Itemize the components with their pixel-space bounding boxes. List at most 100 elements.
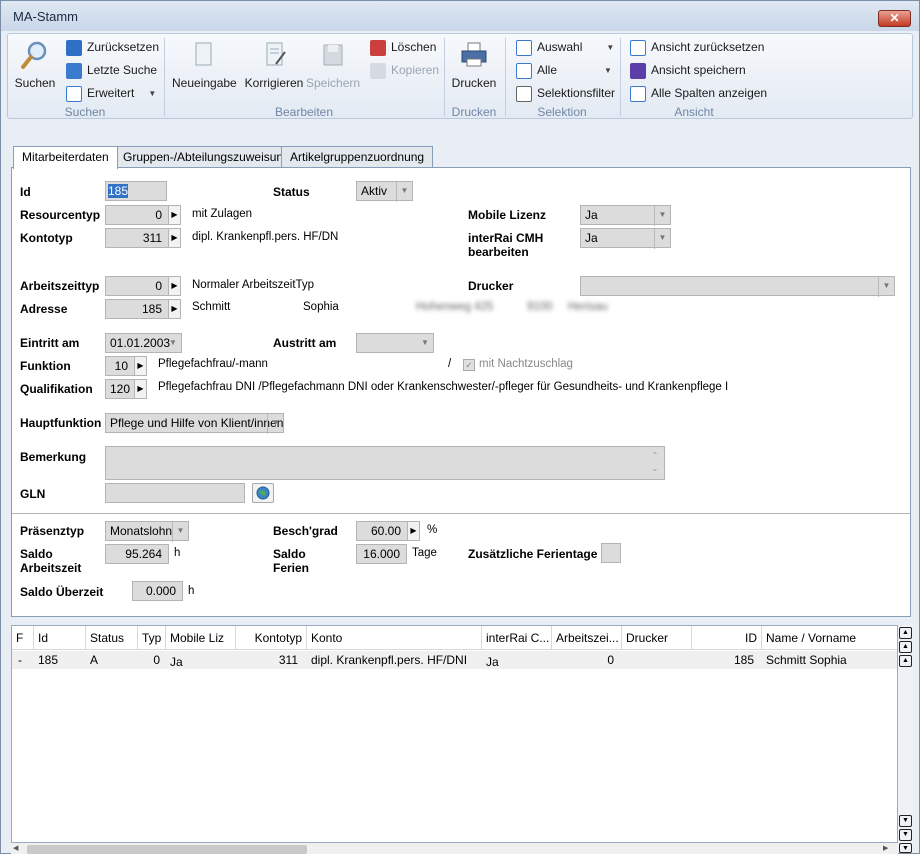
qualification-lookup-button[interactable]: ▶: [135, 379, 147, 399]
tab-gruppen[interactable]: Gruppen-/Abteilungszuweisung: [114, 146, 299, 168]
gln-label: GLN: [20, 487, 46, 501]
correct-button[interactable]: Korrigieren: [242, 40, 306, 90]
extended-search-button[interactable]: Erweitert ▼: [66, 83, 156, 103]
grid-cell: A: [90, 653, 99, 667]
search-label: Suchen: [14, 76, 56, 90]
column-header[interactable]: Konto: [307, 626, 482, 650]
balance-worktime-unit: h: [174, 547, 181, 559]
table-row[interactable]: - 185 A 0 Ja 311 dipl. Krankenpfl.pers. …: [12, 651, 897, 669]
scroll-thumb[interactable]: [27, 845, 307, 854]
print-label: Drucken: [451, 76, 497, 90]
last-search-button[interactable]: Letzte Suche: [66, 60, 157, 80]
list-icon: [516, 62, 532, 79]
copy-button[interactable]: Kopieren: [370, 60, 439, 80]
presence-type-select[interactable]: Monatslohn ▼: [105, 521, 189, 542]
new-entry-label: Neueingabe: [172, 76, 237, 90]
gln-field[interactable]: [105, 483, 245, 503]
row-up-icon[interactable]: ▲: [899, 655, 912, 667]
close-button[interactable]: ✕: [878, 10, 911, 27]
column-header[interactable]: Arbeitszei...: [552, 626, 622, 650]
choice-dropdown[interactable]: Auswahl ▼: [516, 37, 614, 57]
scroll-bottom-icon[interactable]: ▼: [899, 843, 912, 853]
show-all-columns-button[interactable]: Alle Spalten anzeigen: [630, 83, 767, 103]
function-lookup-button[interactable]: ▶: [135, 356, 147, 376]
gln-lookup-button[interactable]: [252, 483, 274, 503]
grid-cell: 0: [153, 653, 160, 667]
resourcentyp-field[interactable]: 0: [105, 205, 169, 225]
save-view-button[interactable]: Ansicht speichern: [630, 60, 746, 80]
qualification-field[interactable]: 120: [105, 379, 135, 399]
column-header[interactable]: Drucker: [622, 626, 692, 650]
balance-overtime-field: 0.000: [132, 581, 183, 601]
kontotyp-field[interactable]: 311: [105, 228, 169, 248]
address-lookup-button[interactable]: ▶: [169, 299, 181, 319]
mobile-license-select[interactable]: Ja ▼: [580, 205, 671, 226]
column-header[interactable]: Kontotyp: [236, 626, 307, 650]
arbeitszeittyp-field[interactable]: 0: [105, 276, 169, 296]
column-header[interactable]: Mobile Liz: [166, 626, 236, 650]
textarea-scroll-arrows[interactable]: ⌃ ⌄: [649, 449, 661, 477]
print-button[interactable]: Drucken: [450, 40, 498, 90]
employment-grade-button[interactable]: ▶: [408, 521, 420, 541]
column-header[interactable]: Name / Vorname: [762, 626, 897, 650]
selection-filter-button[interactable]: Selektionsfilter: [516, 83, 615, 103]
grid-cell: 311: [278, 653, 298, 667]
address-firstname: Sophia: [303, 301, 339, 313]
filter-icon: [516, 85, 532, 102]
arbeitszeittyp-lookup-button[interactable]: ▶: [169, 276, 181, 296]
entry-date-picker[interactable]: 01.01.2003 ▼: [105, 333, 182, 353]
reset-view-button[interactable]: Ansicht zurücksetzen: [630, 37, 764, 57]
interrai-select[interactable]: Ja ▼: [580, 228, 671, 249]
kontotyp-label: Kontotyp: [20, 231, 73, 245]
column-header[interactable]: F: [12, 626, 34, 650]
reset-button[interactable]: Zurücksetzen: [66, 37, 159, 57]
address-field[interactable]: 185: [105, 299, 169, 319]
delete-button[interactable]: Löschen: [370, 37, 436, 57]
printer-select[interactable]: ▼: [580, 276, 895, 297]
all-label: Alle: [537, 63, 558, 77]
id-field[interactable]: 185: [105, 181, 167, 201]
undo-icon: [66, 62, 82, 79]
tab-mitarbeiterdaten[interactable]: Mitarbeiterdaten: [13, 146, 118, 169]
employment-grade-field[interactable]: 60.00: [356, 521, 408, 541]
column-header[interactable]: Typ: [138, 626, 166, 650]
grid-cell: 0: [607, 653, 614, 667]
page-down-icon[interactable]: ▼: [899, 829, 912, 841]
separator: [164, 38, 165, 116]
status-select[interactable]: Aktiv ▼: [356, 181, 413, 202]
horizontal-scrollbar[interactable]: ◀ ▶: [11, 843, 898, 854]
exit-date-picker[interactable]: ▼: [356, 333, 434, 353]
column-header[interactable]: interRai C...: [482, 626, 552, 650]
column-header[interactable]: Status: [86, 626, 138, 650]
function-field[interactable]: 10: [105, 356, 135, 376]
status-label: Status: [273, 185, 310, 199]
reset-label: Zurücksetzen: [87, 40, 160, 54]
save-label: Speichern: [306, 76, 361, 90]
search-button[interactable]: Suchen: [14, 40, 56, 90]
extra-holidays-field[interactable]: [601, 543, 621, 563]
floppy-disk-icon: [630, 62, 646, 79]
column-header[interactable]: Id: [34, 626, 86, 650]
tab-artikelgruppen[interactable]: Artikelgruppenzuordnung: [281, 146, 434, 168]
id-label: Id: [20, 185, 31, 199]
main-function-label: Hauptfunktion: [20, 416, 102, 430]
kontotyp-lookup-button[interactable]: ▶: [169, 228, 181, 248]
night-allowance-checkbox[interactable]: ✓: [463, 359, 475, 371]
scroll-right-icon[interactable]: ▶: [883, 844, 893, 854]
resourcentyp-lookup-button[interactable]: ▶: [169, 205, 181, 225]
chevron-down-icon: ▼: [421, 338, 429, 347]
scroll-top-icon[interactable]: ▲: [899, 627, 912, 639]
column-header[interactable]: ID: [692, 626, 762, 650]
new-entry-button[interactable]: Neueingabe: [172, 40, 237, 90]
address-lastname: Schmitt: [192, 301, 231, 313]
page-up-icon[interactable]: ▲: [899, 641, 912, 653]
all-dropdown[interactable]: Alle ▼: [516, 60, 612, 80]
save-button[interactable]: Speichern: [306, 40, 360, 90]
main-function-select[interactable]: Pflege und Hilfe von Klient/innen ▼: [105, 413, 284, 434]
balance-holidays-label: Saldo: [273, 547, 306, 561]
grid-header: F Id Status Typ Mobile Liz Kontotyp Kont…: [12, 626, 897, 650]
remark-textarea[interactable]: [105, 446, 665, 480]
row-down-icon[interactable]: ▼: [899, 815, 912, 827]
mobile-license-label: Mobile Lizenz: [468, 208, 546, 222]
scroll-left-icon[interactable]: ◀: [13, 844, 23, 854]
